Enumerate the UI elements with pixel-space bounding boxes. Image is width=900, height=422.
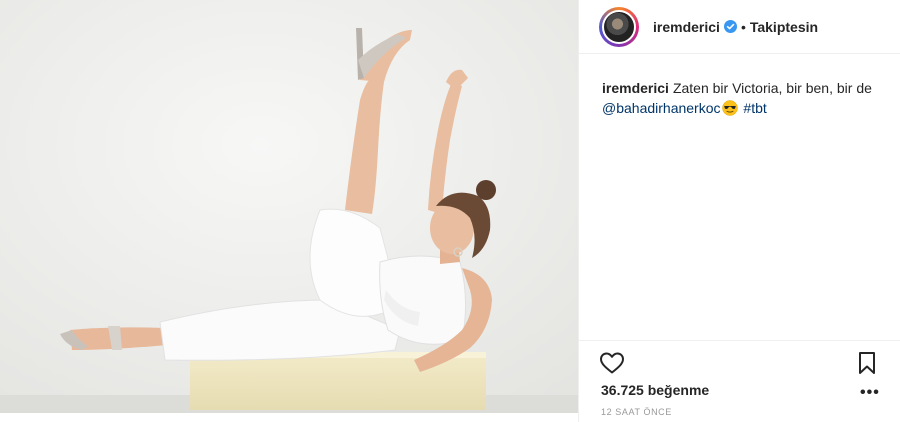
caption-mention-link[interactable]: @bahadirhanerkoc (602, 100, 721, 116)
post-photo[interactable] (0, 0, 578, 413)
post-caption: iremderici Zaten bir Victoria, bir ben, b… (579, 54, 900, 118)
verified-badge-icon (723, 20, 737, 33)
likes-count[interactable]: 36.725 beğenme (601, 382, 709, 398)
avatar[interactable] (602, 9, 636, 44)
post-side-panel: iremderici • Takiptesin iremderici Zaten … (578, 0, 900, 422)
heart-icon[interactable] (599, 351, 625, 375)
caption-username[interactable]: iremderici (602, 80, 669, 96)
bookmark-icon[interactable] (857, 351, 877, 375)
caption-text: Zaten bir Victoria, bir ben, bir de (672, 80, 872, 96)
post-photo-illustration (0, 0, 578, 413)
caption-hashtag-link[interactable]: #tbt (743, 100, 766, 116)
post-actions: 36.725 beğenme ••• 12 SAAT ÖNCE (579, 340, 900, 422)
avatar-story-ring[interactable] (599, 6, 639, 47)
instagram-post: iremderici • Takiptesin iremderici Zaten … (0, 0, 900, 422)
sunglasses-emoji-icon (721, 100, 738, 116)
post-timestamp[interactable]: 12 SAAT ÖNCE (601, 407, 672, 417)
more-dots-icon[interactable]: ••• (860, 385, 880, 401)
header-separator: • (740, 18, 746, 35)
post-header: iremderici • Takiptesin (579, 0, 900, 54)
header-username[interactable]: iremderici (653, 19, 720, 35)
follow-status[interactable]: Takiptesin (750, 19, 818, 35)
